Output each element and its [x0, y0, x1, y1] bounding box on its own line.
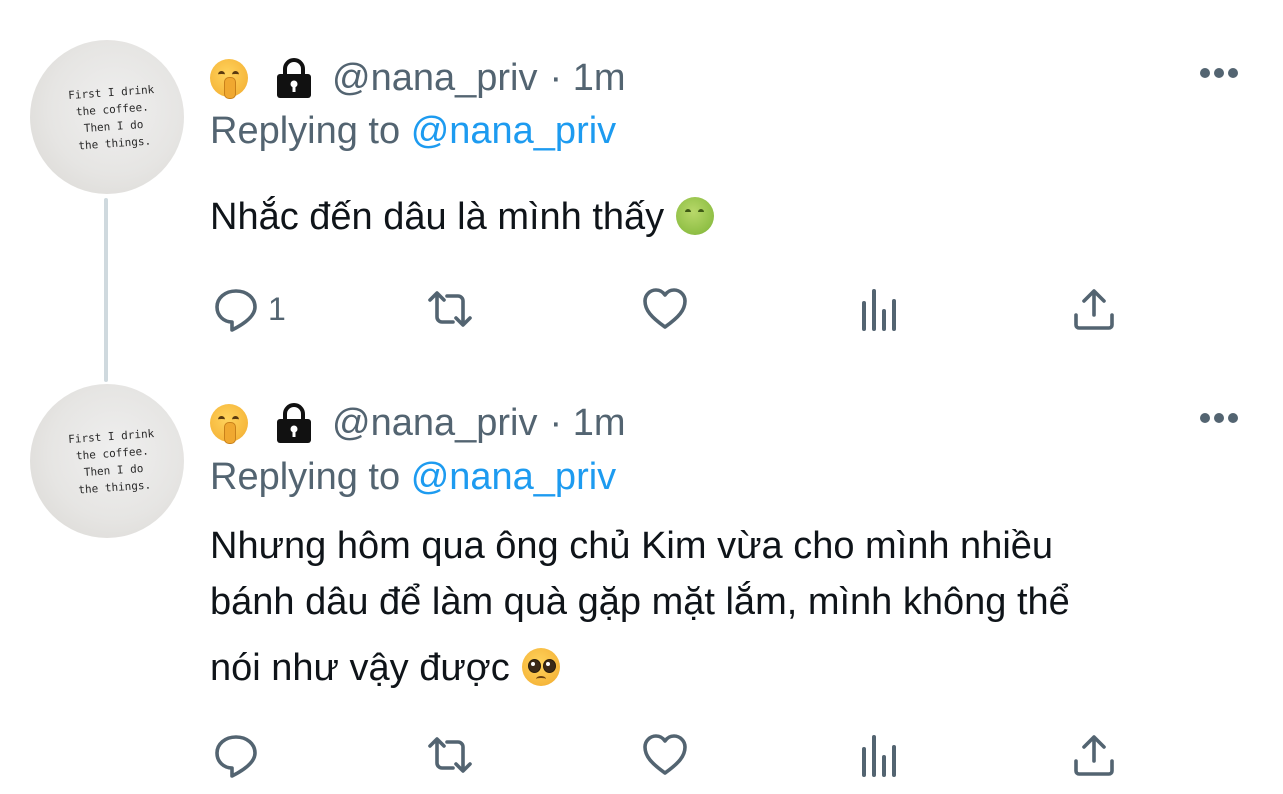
replying-to-label: Replying to — [210, 456, 401, 498]
tweet-header: @nana_priv · 1m — [210, 53, 625, 103]
avatar[interactable]: First I drink the coffee. Then I do the … — [30, 40, 184, 194]
analytics-icon — [862, 735, 896, 777]
tweet-timestamp[interactable]: · 1m — [549, 402, 625, 445]
more-options-icon[interactable] — [1199, 67, 1239, 79]
tweet-actions: 1 — [0, 284, 1283, 334]
reply-icon — [215, 735, 257, 778]
share-icon — [1074, 289, 1114, 330]
tweet-1[interactable]: First I drink the coffee. Then I do the … — [0, 0, 1283, 370]
analytics-button[interactable] — [856, 730, 904, 780]
share-button[interactable] — [1070, 284, 1118, 334]
tweet-actions — [0, 730, 1283, 780]
like-button[interactable] — [641, 730, 689, 780]
reply-icon — [215, 289, 257, 332]
share-button[interactable] — [1070, 730, 1118, 780]
retweet-button[interactable] — [426, 284, 474, 334]
shushing-face-icon — [210, 59, 248, 99]
like-icon — [643, 288, 687, 329]
replying-to-line: Replying to @nana_priv — [210, 456, 616, 499]
avatar[interactable]: First I drink the coffee. Then I do the … — [30, 384, 184, 538]
reply-button[interactable]: 1 — [212, 284, 286, 334]
tweet-text: Nhưng hôm qua ông chủ Kim vừa cho mình n… — [210, 518, 1240, 696]
retweet-icon — [428, 737, 472, 773]
user-handle[interactable]: @nana_priv — [332, 402, 537, 445]
lock-icon — [277, 58, 311, 98]
tweet-text-line: bánh dâu để làm quà gặp mặt lắm, mình kh… — [210, 581, 1070, 623]
avatar-image-text: First I drink the coffee. Then I do the … — [67, 83, 155, 153]
like-button[interactable] — [641, 284, 689, 334]
replying-to-mention[interactable]: @nana_priv — [411, 110, 616, 152]
lock-icon — [277, 403, 311, 443]
replying-to-line: Replying to @nana_priv — [210, 110, 616, 153]
tweet-text-line: Nhưng hôm qua ông chủ Kim vừa cho mình n… — [210, 525, 1054, 567]
analytics-button[interactable] — [856, 284, 904, 334]
reply-button[interactable] — [212, 730, 268, 780]
avatar-image-text: First I drink the coffee. Then I do the … — [67, 427, 155, 497]
retweet-button[interactable] — [426, 730, 474, 780]
nauseated-face-icon — [676, 197, 715, 235]
tweet-header: @nana_priv · 1m — [210, 398, 625, 448]
analytics-icon — [862, 289, 896, 331]
tweet-text-line: nói như vậy được — [210, 647, 510, 689]
tweet-text: Nhắc đến dâu là mình thấy — [210, 188, 1240, 246]
replying-to-label: Replying to — [210, 110, 401, 152]
reply-count: 1 — [268, 290, 286, 327]
tweet-text-content: Nhắc đến dâu là mình thấy — [210, 196, 665, 238]
retweet-icon — [428, 291, 472, 327]
more-options-icon[interactable] — [1199, 412, 1239, 424]
like-icon — [643, 734, 687, 775]
shushing-face-icon — [210, 404, 248, 444]
user-handle[interactable]: @nana_priv — [332, 57, 537, 100]
replying-to-mention[interactable]: @nana_priv — [411, 456, 616, 498]
share-icon — [1074, 735, 1114, 776]
tweet-2[interactable]: First I drink the coffee. Then I do the … — [0, 370, 1283, 794]
tweet-timestamp[interactable]: · 1m — [549, 57, 625, 100]
pleading-face-icon — [521, 648, 560, 686]
